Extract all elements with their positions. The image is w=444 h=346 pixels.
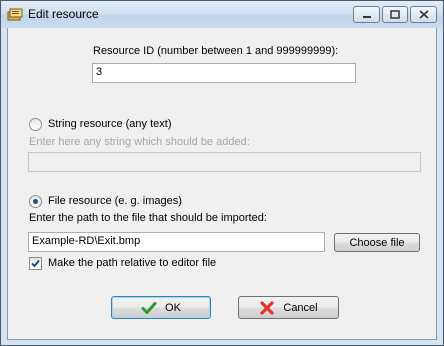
title-bar[interactable]: Edit resource [1,1,443,28]
checkmark-icon [141,301,157,314]
file-resource-label: File resource (e. g. images) [48,195,182,207]
minimize-icon [362,15,371,18]
dialog-body: Resource ID (number between 1 and 999999… [7,28,437,340]
maximize-icon [390,10,400,19]
edit-resource-window: Edit resource Resource ID (number betwee… [0,0,444,346]
resource-id-label: Resource ID (number between 1 and 999999… [93,45,339,57]
checkmark-icon [31,259,40,268]
cancel-button[interactable]: Cancel [238,296,339,319]
string-resource-hint: Enter here any string which should be ad… [29,136,250,148]
close-icon [418,10,429,19]
string-resource-label: String resource (any text) [48,118,172,130]
relative-path-label: Make the path relative to editor file [48,257,217,269]
ok-label: OK [165,301,181,314]
file-path-input[interactable]: Example-RD\Exit.bmp [28,232,325,252]
resource-id-input[interactable]: 3 [92,63,356,83]
file-resource-hint: Enter the path to the file that should b… [29,212,267,224]
relative-path-checkbox[interactable] [29,257,42,270]
choose-file-button[interactable]: Choose file [334,233,420,252]
window-title: Edit resource [28,7,99,21]
choose-file-label: Choose file [349,236,405,249]
resource-icon [7,8,23,21]
string-resource-input[interactable] [28,152,421,172]
cross-icon [260,300,274,315]
file-resource-radio[interactable] [29,195,42,208]
maximize-button[interactable] [382,6,408,23]
string-resource-radio[interactable] [29,118,42,131]
ok-button[interactable]: OK [111,296,211,319]
minimize-button[interactable] [353,6,380,23]
cancel-label: Cancel [283,301,318,314]
close-button[interactable] [410,6,437,23]
